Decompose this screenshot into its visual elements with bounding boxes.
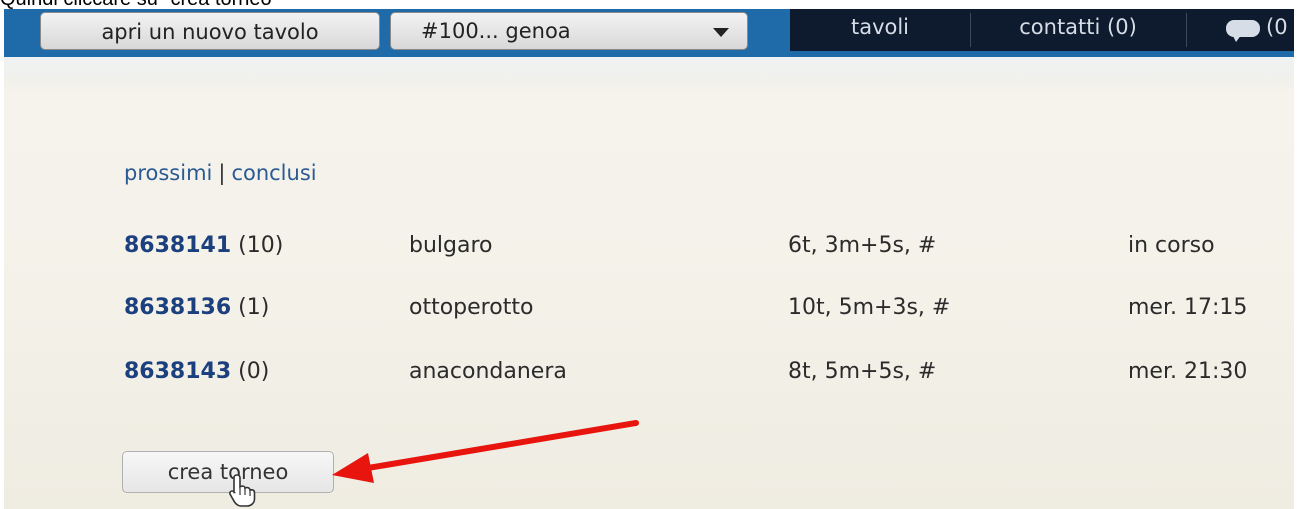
tournament-id: 8638141 (10)	[124, 233, 283, 258]
table-select-value: #100... genoa	[421, 19, 571, 43]
chat-bubble-icon[interactable]	[1226, 20, 1260, 42]
tournament-format: 10t, 5m+3s, #	[788, 295, 951, 320]
tournament-id-link[interactable]: 8638143	[124, 359, 231, 384]
tournament-status: mer. 21:30	[1128, 359, 1248, 384]
tournament-format: 8t, 5m+5s, #	[788, 359, 937, 384]
tournament-row: 8638136 (1) ottoperotto 10t, 5m+3s, # me…	[4, 295, 1294, 335]
nav-contatti[interactable]: contatti (0)	[971, 9, 1185, 51]
tournament-player-count: (10)	[238, 233, 284, 258]
tournament-id-link[interactable]: 8638141	[124, 233, 231, 258]
hand-pointer-icon	[229, 474, 256, 507]
tournament-id-link[interactable]: 8638136	[124, 295, 231, 320]
nav-tavoli[interactable]: tavoli	[790, 9, 970, 51]
tournament-name: ottoperotto	[409, 295, 534, 320]
tournament-row: 8638141 (10) bulgaro 6t, 3m+5s, # in cor…	[4, 233, 1294, 273]
chevron-down-icon	[713, 28, 729, 37]
tournament-player-count: (1)	[238, 295, 270, 320]
nav-divider	[1186, 13, 1187, 47]
tournament-status: in corso	[1128, 233, 1215, 258]
annotation-arrow	[332, 420, 639, 483]
table-select[interactable]: #100... genoa	[390, 12, 748, 50]
tournament-player-count: (0)	[238, 359, 270, 384]
tournament-filter: prossimi | conclusi	[124, 161, 317, 185]
tournament-row: 8638143 (0) anacondanera 8t, 5m+5s, # me…	[4, 359, 1294, 399]
nav-chat-count[interactable]: (0	[1266, 9, 1288, 45]
tournament-name: bulgaro	[409, 233, 493, 258]
filter-prossimi-link[interactable]: prossimi	[124, 161, 212, 185]
app-screen: apri un nuovo tavolo #100... genoa tavol…	[4, 9, 1294, 509]
tournament-id: 8638143 (0)	[124, 359, 269, 384]
tournament-status: mer. 17:15	[1128, 295, 1248, 320]
new-table-button[interactable]: apri un nuovo tavolo	[40, 12, 380, 50]
tournament-id: 8638136 (1)	[124, 295, 269, 320]
filter-separator: |	[218, 161, 226, 185]
tournament-name: anacondanera	[409, 359, 567, 384]
tournament-format: 6t, 3m+5s, #	[788, 233, 937, 258]
filter-conclusi-link[interactable]: conclusi	[231, 161, 316, 185]
